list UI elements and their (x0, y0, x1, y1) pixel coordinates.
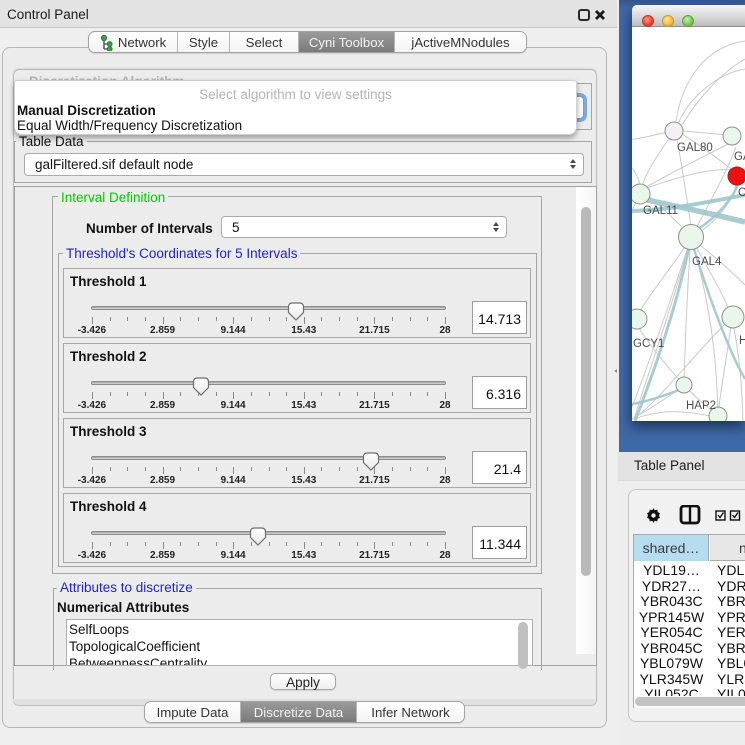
svg-text:GCY1: GCY1 (633, 338, 664, 350)
svg-text:GAL80: GAL80 (677, 142, 713, 154)
svg-text:GAL4: GAL4 (692, 256, 722, 268)
svg-text:H: H (739, 335, 745, 347)
svg-text:HAP2: HAP2 (686, 400, 716, 412)
svg-text:C: C (738, 187, 745, 199)
svg-text:GAL11: GAL11 (643, 205, 678, 217)
svg-text:GAL1: GAL1 (734, 151, 745, 163)
